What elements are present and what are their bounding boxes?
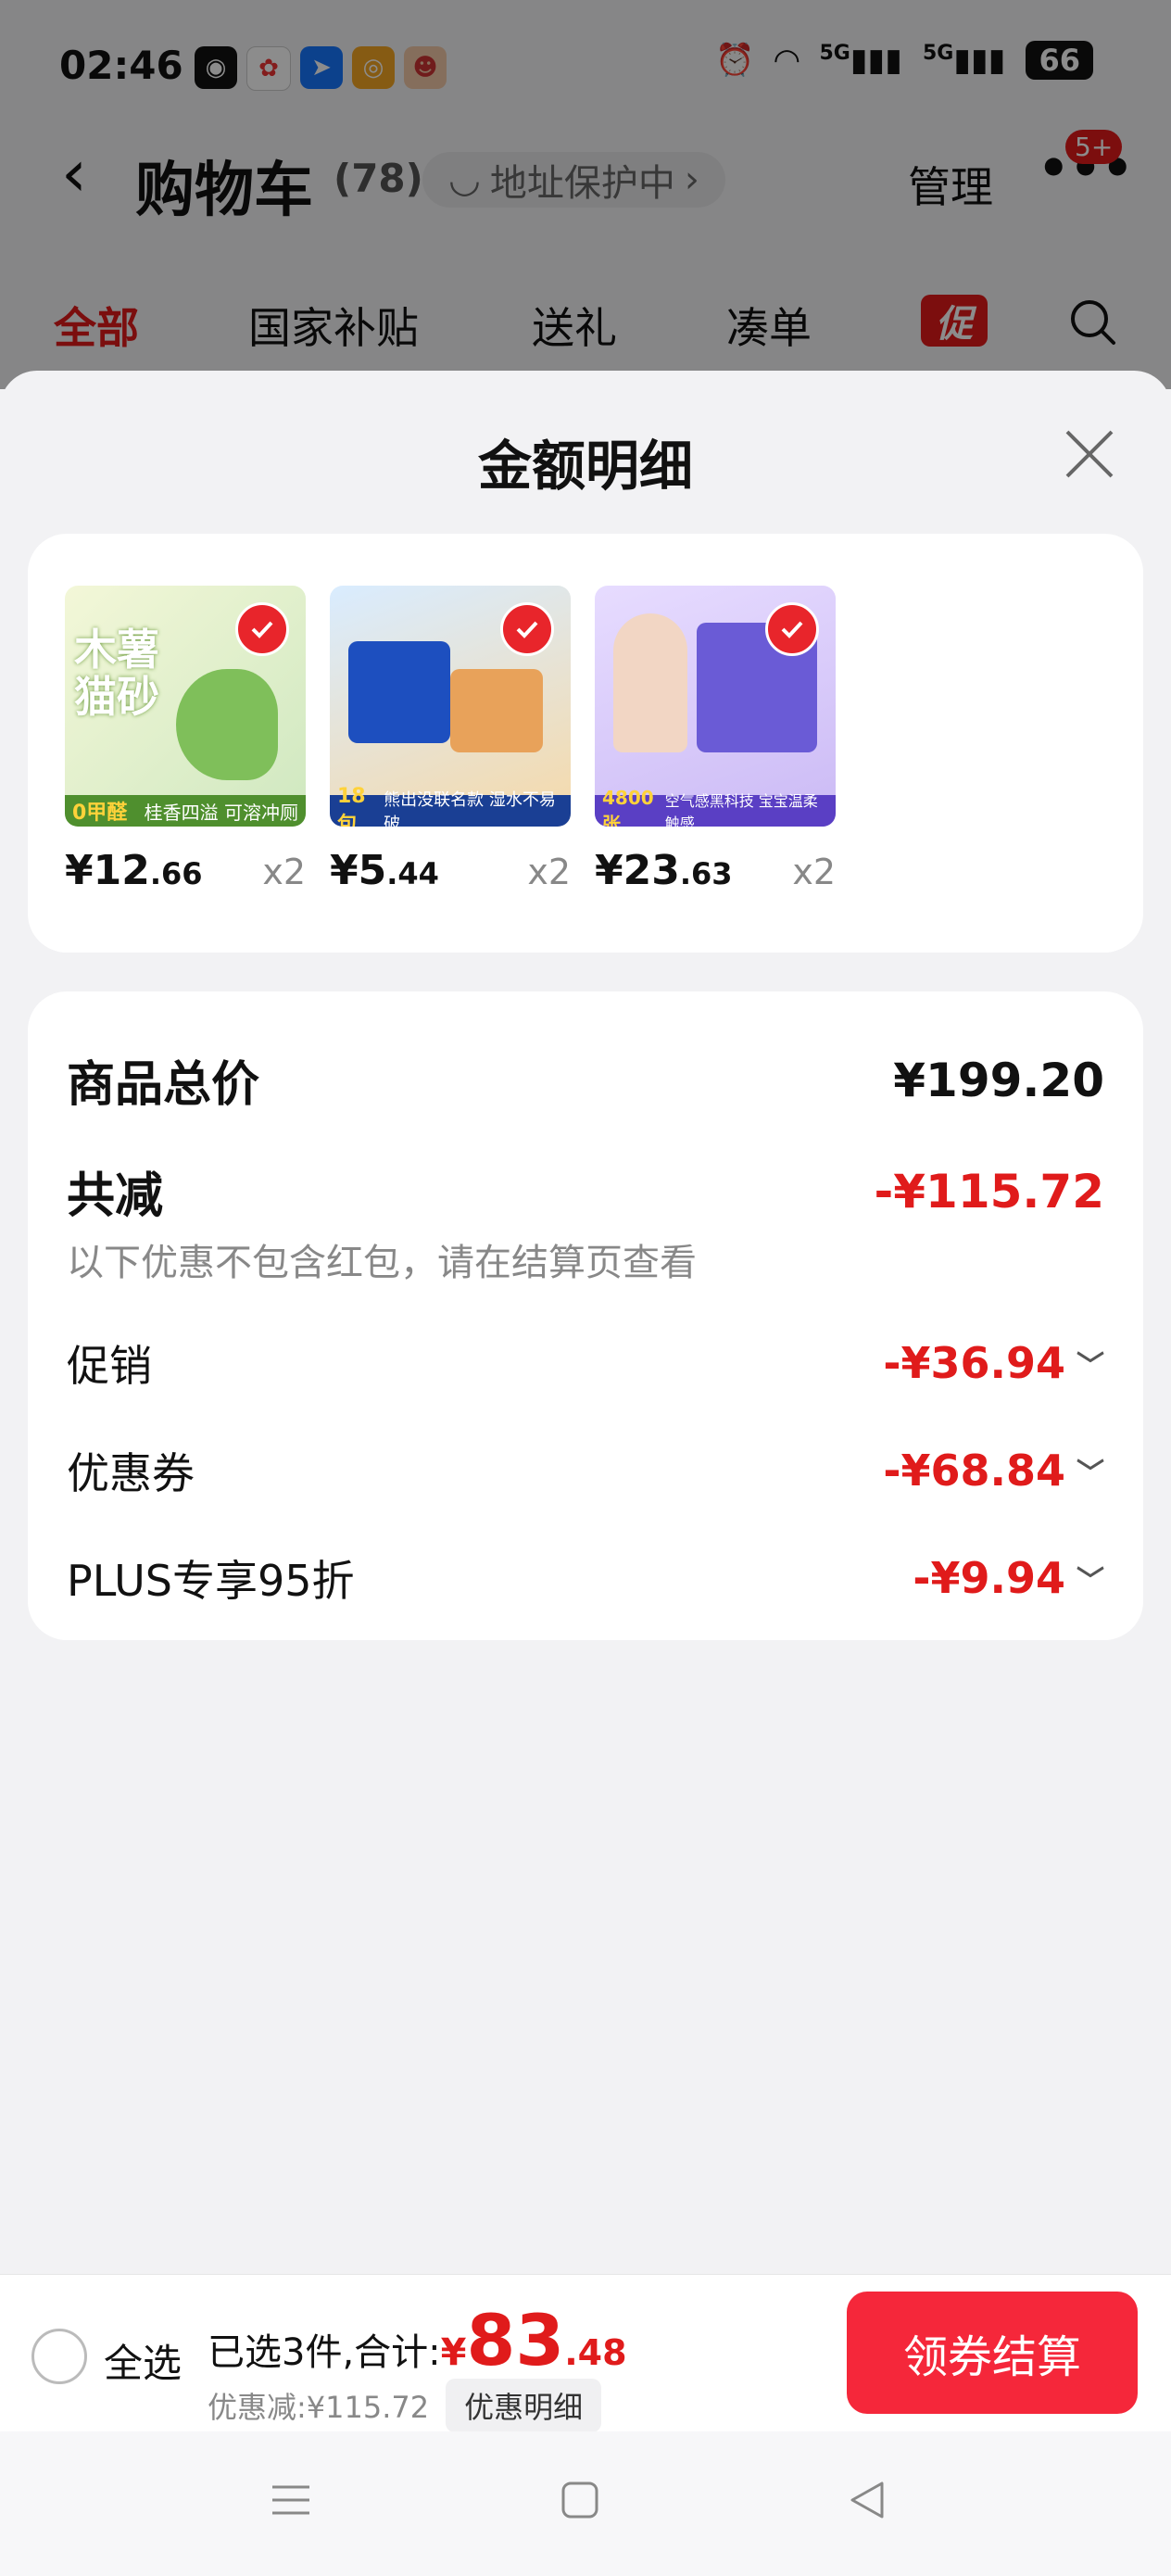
product-image-caption: 空气感黑科技 宝宝温柔触感 [664, 792, 818, 827]
product-image: 木薯 猫砂 0甲醛 桂香四溢 可溶冲厕 [65, 586, 306, 827]
discount-detail-button[interactable]: 优惠明细 [446, 2379, 602, 2432]
product-image-text: 猫砂 [74, 671, 159, 722]
product-price: ¥12.66 [65, 847, 203, 894]
product-image-tag: 0甲醛 [72, 802, 128, 825]
product-price: ¥23.63 [595, 847, 733, 894]
product-image: 18包 熊出没联名款 湿水不易破 [330, 586, 571, 827]
product-image-tag: 4800张 [602, 786, 654, 827]
coupon-row[interactable]: 优惠券 -¥68.84 ﹀ [67, 1440, 1104, 1501]
product-image-text: 木薯 [74, 625, 159, 675]
price-summary-card: 商品总价 ¥199.20 共减 -¥115.72 以下优惠不包含红包，请在结算页… [28, 991, 1143, 1640]
select-all-checkbox[interactable] [31, 2329, 87, 2384]
dim-overlay[interactable] [0, 0, 1171, 389]
product-illustration [176, 669, 278, 780]
product-quantity: x2 [262, 852, 306, 892]
amount-detail-sheet: 金额明细 木薯 猫砂 0甲醛 桂香四溢 可溶冲厕 ¥12.66 x2 18包 熊… [0, 371, 1171, 2274]
checked-icon [765, 602, 819, 656]
total-price-value: ¥199.20 [893, 1053, 1104, 1107]
plus-discount-row[interactable]: PLUS专享95折 -¥9.94 ﹀ [67, 1547, 1104, 1609]
product-item[interactable]: 木薯 猫砂 0甲醛 桂香四溢 可溶冲厕 ¥12.66 x2 [65, 586, 306, 894]
product-item[interactable]: 4800张 空气感黑科技 宝宝温柔触感 ¥23.63 x2 [595, 586, 836, 894]
home-icon[interactable] [558, 2478, 602, 2526]
chevron-down-icon: ﹀ [1077, 1458, 1104, 1490]
total-reduction-value: -¥115.72 [874, 1164, 1105, 1219]
plus-discount-label: PLUS专享95折 [67, 1556, 355, 1606]
promotion-value: -¥36.94 [883, 1338, 1065, 1388]
promotion-row[interactable]: 促销 -¥36.94 ﹀ [67, 1332, 1104, 1394]
product-item[interactable]: 18包 熊出没联名款 湿水不易破 ¥5.44 x2 [330, 586, 571, 894]
product-quantity: x2 [792, 852, 836, 892]
selected-total: 已选3件,合计:¥83.48 [208, 2299, 627, 2381]
discount-note: 以下优惠不包含红包，请在结算页查看 [67, 1242, 697, 1284]
coupon-label: 优惠券 [67, 1448, 195, 1498]
product-image-caption: 桂香四溢 可溶冲厕 [144, 801, 298, 824]
total-price-label: 商品总价 [67, 1057, 260, 1113]
back-icon[interactable] [845, 2478, 889, 2526]
system-navigation-bar [0, 2431, 1171, 2576]
discount-amount-text: 优惠减:¥115.72 [208, 2390, 430, 2425]
product-illustration [450, 669, 543, 752]
product-image: 4800张 空气感黑科技 宝宝温柔触感 [595, 586, 836, 827]
selected-count-text: 已选3件,合计: [208, 2331, 441, 2374]
total-currency: ¥ [440, 2331, 467, 2374]
product-illustration [613, 613, 687, 752]
plus-discount-value: -¥9.94 [913, 1553, 1065, 1603]
checked-icon [500, 602, 554, 656]
sheet-title: 金额明细 [477, 435, 693, 498]
checkout-bar: 全选 已选3件,合计:¥83.48 优惠减:¥115.72 优惠明细 领券结算 [0, 2274, 1171, 2432]
product-image-caption: 熊出没联名款 湿水不易破 [384, 790, 556, 827]
promotion-label: 促销 [67, 1341, 152, 1391]
total-amount: 83 [466, 2299, 565, 2381]
total-reduction-label: 共减 [67, 1168, 164, 1224]
product-image-tag: 18包 [337, 784, 366, 827]
total-amount-decimal: .48 [564, 2332, 627, 2373]
product-quantity: x2 [527, 852, 571, 892]
chevron-down-icon: ﹀ [1077, 1350, 1104, 1383]
coupon-value: -¥68.84 [883, 1446, 1065, 1496]
checked-icon [235, 602, 289, 656]
product-illustration [348, 641, 450, 743]
product-list-card: 木薯 猫砂 0甲醛 桂香四溢 可溶冲厕 ¥12.66 x2 18包 熊出没联名款… [28, 534, 1143, 953]
menu-icon[interactable] [269, 2478, 313, 2526]
checkout-button[interactable]: 领券结算 [847, 2292, 1138, 2414]
select-all-label[interactable]: 全选 [104, 2332, 182, 2389]
close-icon[interactable] [1062, 426, 1117, 486]
product-price: ¥5.44 [330, 847, 439, 894]
chevron-down-icon: ﹀ [1077, 1565, 1104, 1597]
